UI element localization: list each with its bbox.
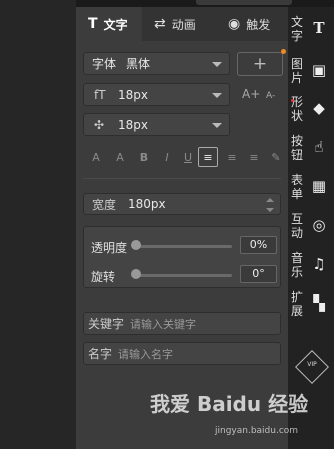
underline-icon[interactable]: U [178, 147, 198, 167]
increase-font-icon[interactable]: A+ [242, 87, 260, 101]
fingerprint-icon: ◎ [312, 216, 326, 234]
add-font-button[interactable]: + [237, 52, 283, 76]
font-value: 黑体 [126, 57, 151, 71]
transform-group: 透明度 0% 旋转 0° [83, 226, 281, 288]
rail-button-label: 按钮 [291, 134, 304, 162]
name-placeholder: 请输入名字 [118, 347, 174, 361]
clear-format-icon[interactable]: ✎ [266, 147, 286, 167]
tab-text-label: 文字 [103, 17, 128, 32]
rail-item-image[interactable]: 图片 ▣ [288, 57, 334, 97]
bold-icon[interactable]: B [134, 147, 154, 167]
tab-animation-label: 动画 [171, 17, 196, 32]
letter-spacing-select[interactable]: ✣ 18px [83, 113, 230, 136]
properties-panel: T 文字 ⇄ 动画 ◉ 触发 字体 黑体 + fT 18px A+ A- ✣ 18px… [76, 7, 288, 449]
opacity-row: 透明度 0% [84, 236, 282, 256]
decrease-font-icon[interactable]: A- [266, 91, 275, 101]
italic-icon[interactable]: I [157, 147, 177, 167]
keyword-label: 关键字 [88, 317, 125, 331]
rail-item-interaction[interactable]: 互动 ◎ [288, 212, 334, 252]
font-family-select[interactable]: 字体 黑体 [83, 52, 230, 75]
shape-icon: ◆ [313, 99, 325, 117]
tab-bar: T 文字 ⇄ 动画 ◉ 触发 [76, 7, 288, 41]
vip-label: VIP [307, 361, 317, 368]
trigger-tab-icon: ◉ [228, 16, 241, 32]
tab-animation[interactable]: ⇄ 动画 [154, 7, 218, 41]
rail-text-label: 文字 [291, 15, 304, 43]
divider [83, 178, 281, 179]
chevron-down-icon [212, 61, 222, 67]
rail-item-button[interactable]: 按钮 ☝ [288, 134, 334, 174]
tab-trigger[interactable]: ◉ 触发 [228, 7, 288, 41]
rail-item-shape[interactable]: 形状 ◆ [288, 95, 334, 135]
opacity-slider-handle[interactable] [131, 240, 141, 250]
text-icon: T [313, 19, 325, 37]
hand-pointer-icon: ☝ [314, 138, 324, 156]
text-outline-icon[interactable]: A [110, 147, 130, 167]
tab-trigger-label: 触发 [246, 17, 271, 32]
top-pill [196, 0, 292, 5]
font-size-select[interactable]: fT 18px [83, 83, 230, 106]
text-shadow-icon[interactable]: A [86, 147, 106, 167]
width-value: 180px [128, 197, 166, 211]
rail-item-music[interactable]: 音乐 ♫ [288, 251, 334, 291]
rotation-label: 旋转 [91, 270, 116, 284]
letter-spacing-value: 18px [118, 117, 148, 132]
spinner-icon[interactable] [266, 198, 274, 212]
format-toolbar: A A B I U ≡ ≡ ≡ ✎ [86, 147, 286, 167]
rail-notification-dot [291, 99, 294, 102]
name-field[interactable]: 名字 请输入名字 [83, 342, 281, 365]
align-right-icon[interactable]: ≡ [244, 147, 264, 167]
chevron-down-icon [212, 122, 222, 128]
animation-tab-icon: ⇄ [154, 16, 166, 32]
opacity-value[interactable]: 0% [240, 236, 277, 254]
rail-extend-label: 扩展 [291, 290, 304, 318]
font-size-value: 18px [118, 87, 148, 102]
canvas-area [0, 0, 76, 449]
rail-image-label: 图片 [291, 57, 304, 85]
text-tab-icon: T [88, 16, 98, 32]
width-label: 宽度 [92, 197, 117, 212]
music-icon: ♫ [312, 255, 326, 273]
rotation-slider-handle[interactable] [131, 269, 141, 279]
rotation-slider[interactable] [134, 274, 232, 277]
widgets-icon: ▚ [313, 294, 325, 312]
font-size-icon: fT [94, 87, 106, 102]
watermark-logo: 我爱 Baidu 经验 [150, 392, 309, 416]
chevron-down-icon [212, 92, 222, 98]
watermark-url: jingyan.baidu.com [215, 426, 299, 436]
align-left-icon[interactable]: ≡ [198, 147, 218, 167]
letter-spacing-icon: ✣ [94, 117, 105, 132]
image-icon: ▣ [311, 61, 327, 79]
plus-icon: + [252, 54, 268, 74]
tab-text[interactable]: T 文字 [76, 7, 142, 41]
keyword-field[interactable]: 关键字 请输入关键字 [83, 312, 281, 335]
rotation-row: 旋转 0° [84, 265, 282, 285]
name-label: 名字 [88, 347, 113, 361]
notification-dot [281, 49, 286, 54]
opacity-label: 透明度 [91, 241, 128, 255]
rail-form-label: 表单 [291, 173, 304, 201]
table-icon: ▦ [311, 177, 327, 195]
rotation-value[interactable]: 0° [240, 265, 277, 283]
rail-item-text[interactable]: 文字 T [288, 15, 334, 55]
rail-music-label: 音乐 [291, 251, 304, 279]
width-input[interactable]: 宽度 180px [83, 193, 281, 215]
keyword-placeholder: 请输入关键字 [130, 317, 197, 331]
rail-item-form[interactable]: 表单 ▦ [288, 173, 334, 213]
rail-item-extend[interactable]: 扩展 ▚ [288, 290, 334, 330]
align-center-icon[interactable]: ≡ [222, 147, 242, 167]
opacity-slider[interactable] [134, 245, 232, 248]
font-label: 字体 [92, 57, 117, 71]
rail-interaction-label: 互动 [291, 212, 304, 240]
